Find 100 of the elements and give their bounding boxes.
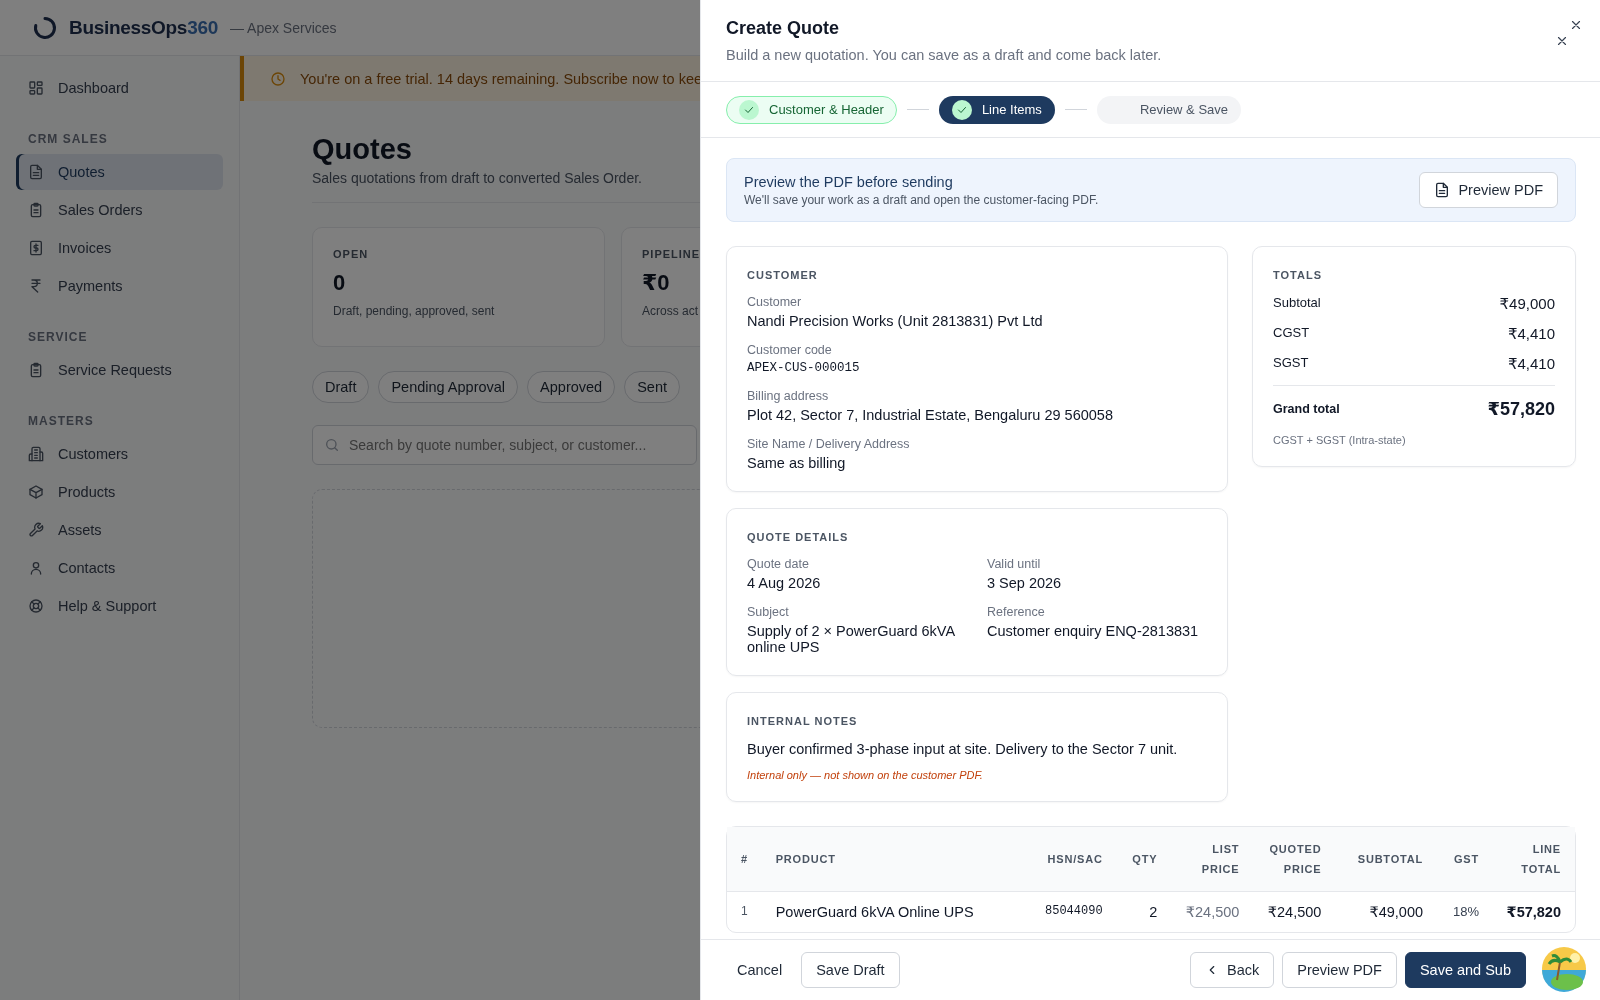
sidebar-item[interactable]: Invoices	[16, 230, 223, 266]
sidebar-item[interactable]: Payments	[16, 268, 223, 304]
total-value: ₹4,410	[1507, 325, 1555, 343]
wrench-icon	[28, 522, 44, 538]
dollar-document-icon	[28, 240, 44, 256]
filter-chip[interactable]: Draft	[312, 371, 370, 403]
sidebar-item[interactable]: Dashboard	[16, 70, 223, 106]
total-label: CGST	[1273, 325, 1310, 342]
clipboard-icon	[28, 202, 44, 218]
wizard-step[interactable]: Review & Save	[1096, 95, 1242, 124]
grand-total-value: ₹57,820	[1487, 398, 1555, 420]
document-icon	[28, 164, 44, 180]
wizard-step[interactable]: Line Items	[938, 95, 1055, 124]
rupee-icon	[28, 278, 44, 294]
field-value: APEX-CUS-000015	[747, 361, 861, 375]
field-label: Billing address	[747, 389, 830, 403]
filter-chip[interactable]: Sent	[624, 371, 680, 403]
primary-button[interactable]: Save and Sub	[1404, 952, 1526, 988]
sidebar-item[interactable]: Assets	[16, 512, 223, 548]
field-value: 3 Sep 2026	[987, 575, 1063, 591]
column-header: #	[727, 827, 768, 892]
stat-label: PIPELINE	[642, 248, 700, 260]
org-name: — Apex Services	[229, 19, 337, 36]
column-header: LIST PRICE	[1171, 827, 1254, 892]
clock-icon	[270, 70, 286, 87]
column-header: SUBTOTAL	[1335, 827, 1438, 892]
sidebar-item[interactable]: Service Requests	[16, 352, 223, 388]
column-header: QUOTED PRICE	[1253, 827, 1336, 892]
table-cell-text: ₹49,000	[1368, 903, 1425, 922]
total-value: ₹49,000	[1499, 295, 1555, 313]
total-value: ₹4,410	[1507, 355, 1555, 373]
total-label: Subtotal	[1273, 295, 1321, 312]
table-cell-text: PowerGuard 6kVA Online UPS	[774, 903, 975, 922]
card-heading: INTERNAL NOTES	[747, 715, 859, 727]
table-cell-text: 18%	[1451, 903, 1480, 921]
stat-note: Draft, pending, approved, sent	[333, 304, 496, 318]
back-button[interactable]: Back	[1190, 952, 1275, 988]
beach-icon	[1541, 946, 1587, 992]
field-value: Same as billing	[747, 455, 847, 471]
sidebar-item[interactable]: Help & Support	[16, 588, 223, 624]
lifebuoy-icon	[28, 598, 44, 614]
close-icon	[1555, 34, 1569, 48]
field-value: 4 Aug 2026	[747, 575, 822, 591]
column-header: LINE TOTAL	[1493, 827, 1575, 892]
table-cell-text: 1	[740, 903, 749, 920]
ring-logo-icon	[33, 15, 57, 40]
stat-value: 0	[333, 270, 347, 296]
card-heading: CUSTOMER	[747, 269, 819, 281]
building-icon	[28, 446, 44, 462]
filter-chip[interactable]: Pending Approval	[378, 371, 519, 403]
wizard-step[interactable]: Customer & Header	[726, 95, 897, 124]
banner-title: Preview the PDF before sending	[744, 173, 954, 190]
preview-pdf-button[interactable]: Preview PDF	[1419, 172, 1558, 208]
column-header: HSN/SAC	[1023, 827, 1117, 892]
sidebar-item[interactable]: Products	[16, 474, 223, 510]
field-label: Quote date	[747, 557, 810, 571]
notes-text: Buyer confirmed 3-phase input at site. Delivery to the Sector 7 unit.	[747, 741, 1179, 757]
filter-chip[interactable]: Approved	[527, 371, 616, 403]
field-label: Reference	[987, 605, 1046, 619]
close-button[interactable]	[1555, 34, 1569, 48]
field-label: Valid until	[987, 557, 1042, 571]
table-cell-text: ₹24,500	[1184, 903, 1241, 922]
footer-button[interactable]: Preview PDF	[1282, 952, 1397, 988]
field-value: Customer enquiry ENQ-2813831	[987, 623, 1200, 639]
sidebar-item[interactable]: Quotes	[16, 154, 223, 190]
section-title: SERVICE	[27, 329, 89, 346]
step-label: Review & Save	[1139, 102, 1229, 117]
stat-note: Across act	[642, 304, 699, 318]
table-cell-text: 2	[1148, 903, 1159, 922]
section-title: CRM SALES	[27, 131, 109, 148]
section-title: MASTERS	[27, 413, 95, 430]
drawer-subtitle: Build a new quotation. You can save as a draft and come back later.	[726, 47, 1162, 63]
close-button[interactable]	[1569, 18, 1583, 32]
sidebar-item[interactable]: Customers	[16, 436, 223, 472]
footer-button[interactable]: Save Draft	[801, 952, 900, 988]
stat-value: ₹0	[642, 270, 671, 296]
total-label: SGST	[1273, 355, 1309, 372]
field-value: Plot 42, Sector 7, Industrial Estate, Bengaluru 29 560058	[747, 407, 1114, 423]
search-field[interactable]: Search by quote number, subject, or customer...	[312, 425, 697, 465]
sidebar-item[interactable]: Sales Orders	[16, 192, 223, 228]
sidebar-item[interactable]: Contacts	[16, 550, 223, 586]
step-label: Customer & Header	[769, 102, 884, 117]
field-label: Customer code	[747, 343, 833, 357]
card-heading: TOTALS	[1273, 269, 1323, 281]
brand-name: BusinessOps360	[69, 16, 218, 39]
column-header: GST	[1437, 827, 1493, 892]
clipboard-icon	[28, 362, 44, 378]
table-cell-text: ₹57,820	[1505, 903, 1562, 922]
stat-label: OPEN	[333, 248, 370, 260]
cube-icon	[28, 484, 44, 500]
field-label: Customer	[747, 295, 803, 309]
drawer-title: Create Quote	[726, 18, 841, 39]
document-icon	[1434, 182, 1451, 198]
table-cell-text: 85044090	[1044, 903, 1104, 920]
field-value: Nandi Precision Works (Unit 2813831) Pvt Ltd	[747, 313, 1044, 329]
field-value: Supply of 2 × PowerGuard 6kVA online UPS	[747, 623, 956, 655]
grand-total-label: Grand total	[1273, 402, 1340, 416]
card-heading: QUOTE DETAILS	[747, 531, 850, 543]
close-icon	[1569, 18, 1583, 32]
grid-icon	[28, 80, 44, 96]
